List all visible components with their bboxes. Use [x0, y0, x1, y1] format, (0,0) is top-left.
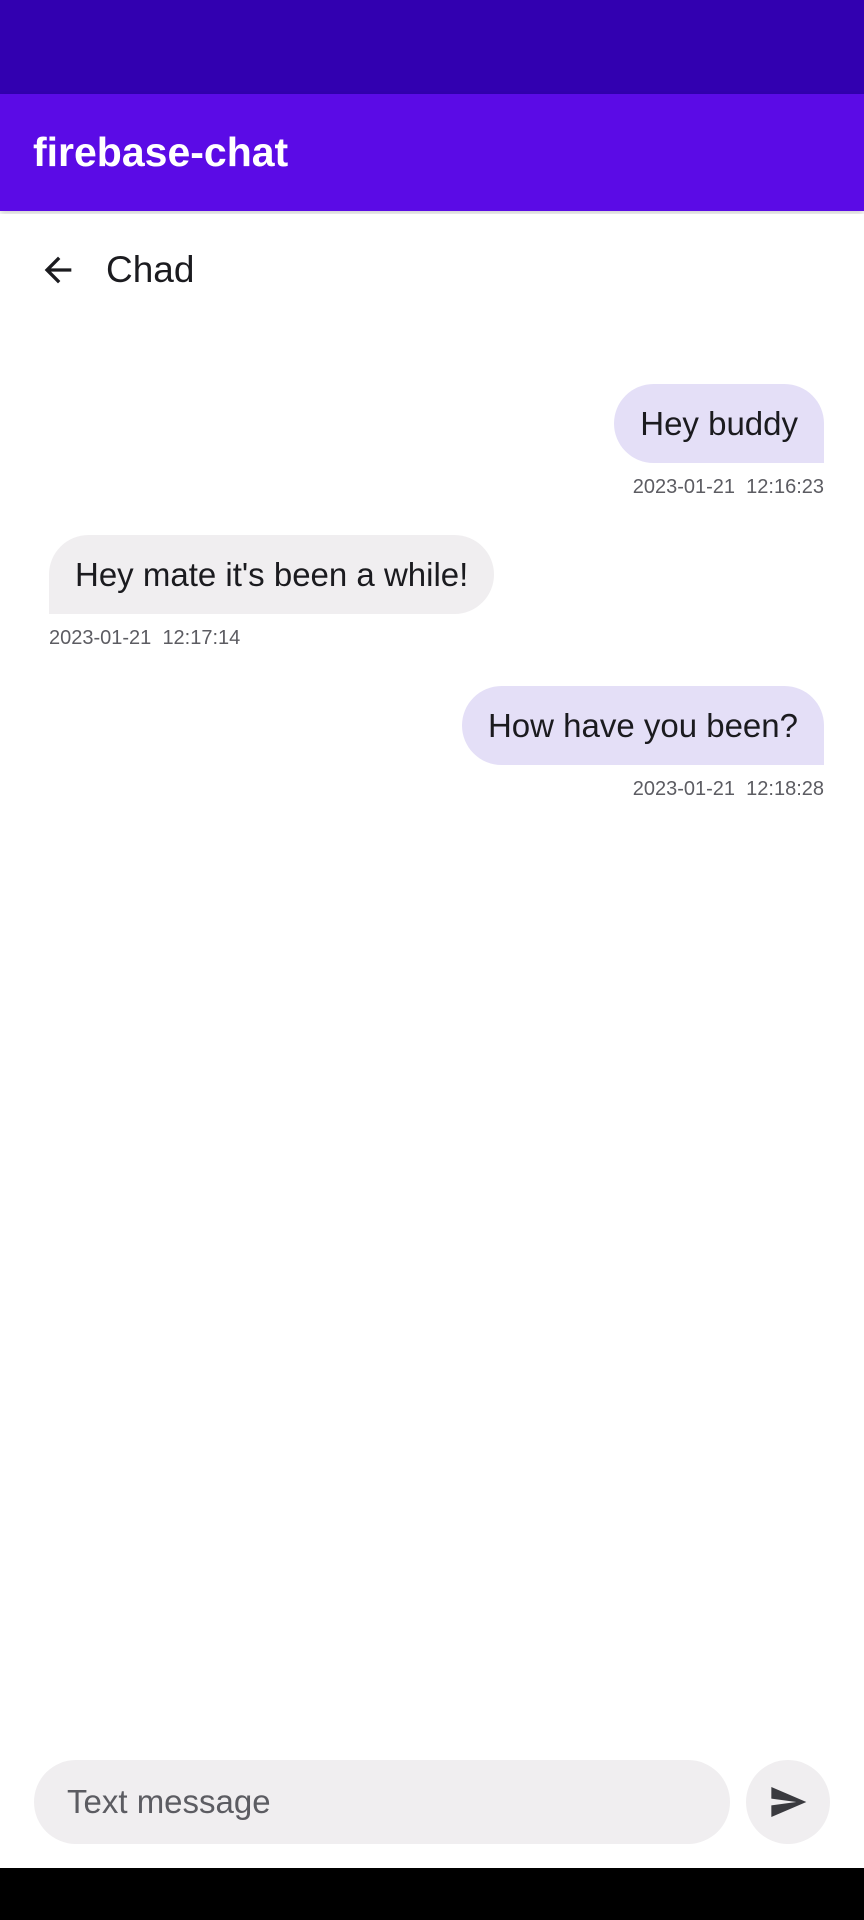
message-time: 12:16:23	[746, 476, 824, 498]
message-bubble[interactable]: Hey mate it's been a while!	[49, 535, 495, 614]
message-timestamp: 2023-01-21 12:16:23	[633, 475, 824, 499]
message-date: 2023-01-21	[632, 778, 736, 800]
message-timestamp: 2023-01-21 12:18:28	[633, 777, 824, 801]
app-title: firebase-chat	[33, 129, 289, 175]
message-timestamp: 2023-01-21 12:17:14	[49, 626, 240, 650]
app-bar: firebase-chat	[0, 94, 864, 211]
message-list[interactable]: Hey buddy 2023-01-21 12:16:23 Hey mate i…	[0, 384, 864, 837]
send-button[interactable]	[746, 1760, 830, 1844]
message-time: 12:18:28	[746, 778, 824, 800]
message-time: 12:17:14	[162, 627, 241, 649]
back-button[interactable]	[27, 239, 89, 301]
message-date: 2023-01-21	[632, 476, 736, 498]
message-date: 2023-01-21	[49, 627, 152, 649]
send-icon	[771, 1787, 807, 1817]
message-bubble[interactable]: Hey buddy	[614, 384, 824, 463]
message-input[interactable]	[34, 1760, 730, 1844]
message-composer	[0, 1760, 864, 1844]
message-bubble[interactable]: How have you been?	[461, 686, 824, 765]
message-item: Hey buddy 2023-01-21 12:16:23	[0, 384, 864, 499]
message-item: Hey mate it's been a while! 2023-01-21 1…	[0, 535, 864, 650]
status-bar	[0, 0, 864, 94]
arrow-back-icon	[44, 256, 72, 284]
system-navigation-bar	[0, 1868, 864, 1920]
chat-header: Chad	[0, 214, 864, 326]
message-item: How have you been? 2023-01-21 12:18:28	[0, 686, 864, 801]
contact-name: Chad	[106, 249, 195, 290]
